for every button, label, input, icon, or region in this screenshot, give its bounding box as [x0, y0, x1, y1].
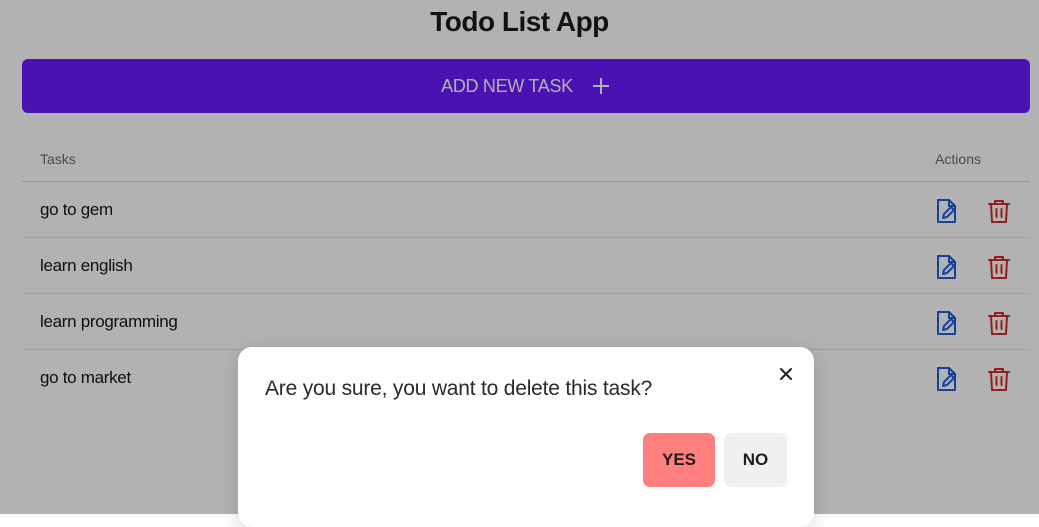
dialog-message: Are you sure, you want to delete this ta… — [265, 377, 653, 400]
yes-button[interactable]: YES — [643, 433, 715, 487]
todo-app-page: Todo List App ADD NEW TASK Tasks Actions… — [0, 0, 1039, 527]
delete-confirm-dialog: Are you sure, you want to delete this ta… — [238, 347, 814, 527]
no-button[interactable]: NO — [724, 433, 787, 487]
close-icon[interactable] — [776, 364, 796, 384]
